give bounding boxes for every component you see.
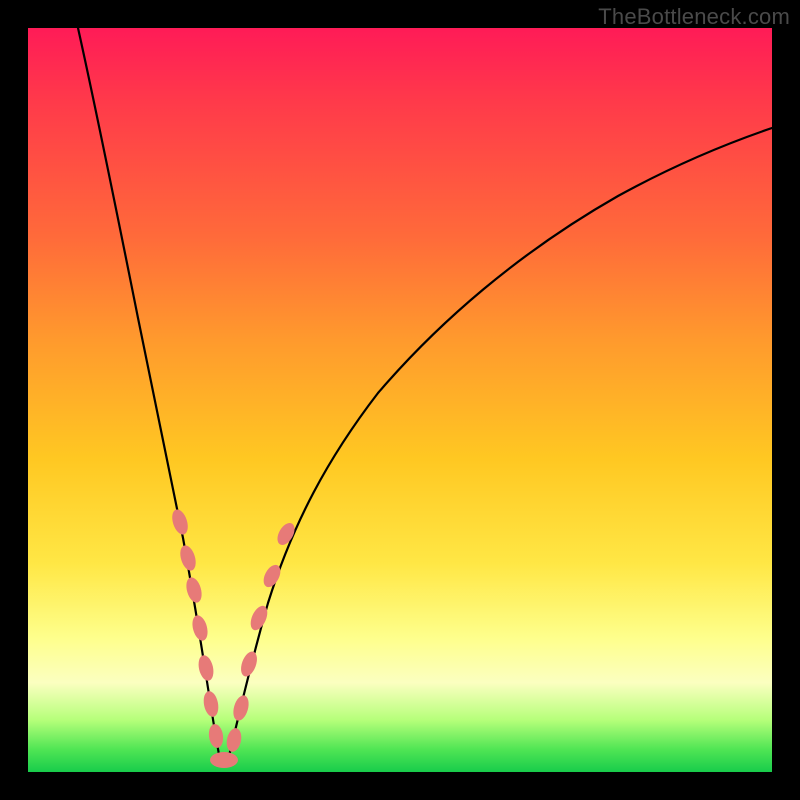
marker-dot bbox=[207, 723, 224, 749]
marker-dot bbox=[202, 690, 221, 718]
bottleneck-curve-right bbox=[228, 128, 772, 760]
marker-dot bbox=[225, 727, 244, 753]
marker-dot bbox=[184, 576, 205, 605]
plot-area bbox=[28, 28, 772, 772]
marker-dot bbox=[178, 544, 199, 573]
curve-layer bbox=[28, 28, 772, 772]
marker-dot bbox=[231, 694, 252, 723]
marker-dot-bottom bbox=[210, 752, 238, 768]
marker-dot bbox=[190, 614, 210, 643]
marker-dot bbox=[196, 654, 215, 682]
chart-frame: TheBottleneck.com bbox=[0, 0, 800, 800]
bottleneck-curve-left bbox=[78, 28, 220, 760]
watermark-text: TheBottleneck.com bbox=[598, 4, 790, 30]
marker-dot bbox=[169, 507, 190, 536]
marker-group bbox=[169, 507, 298, 768]
marker-dot bbox=[238, 649, 260, 678]
